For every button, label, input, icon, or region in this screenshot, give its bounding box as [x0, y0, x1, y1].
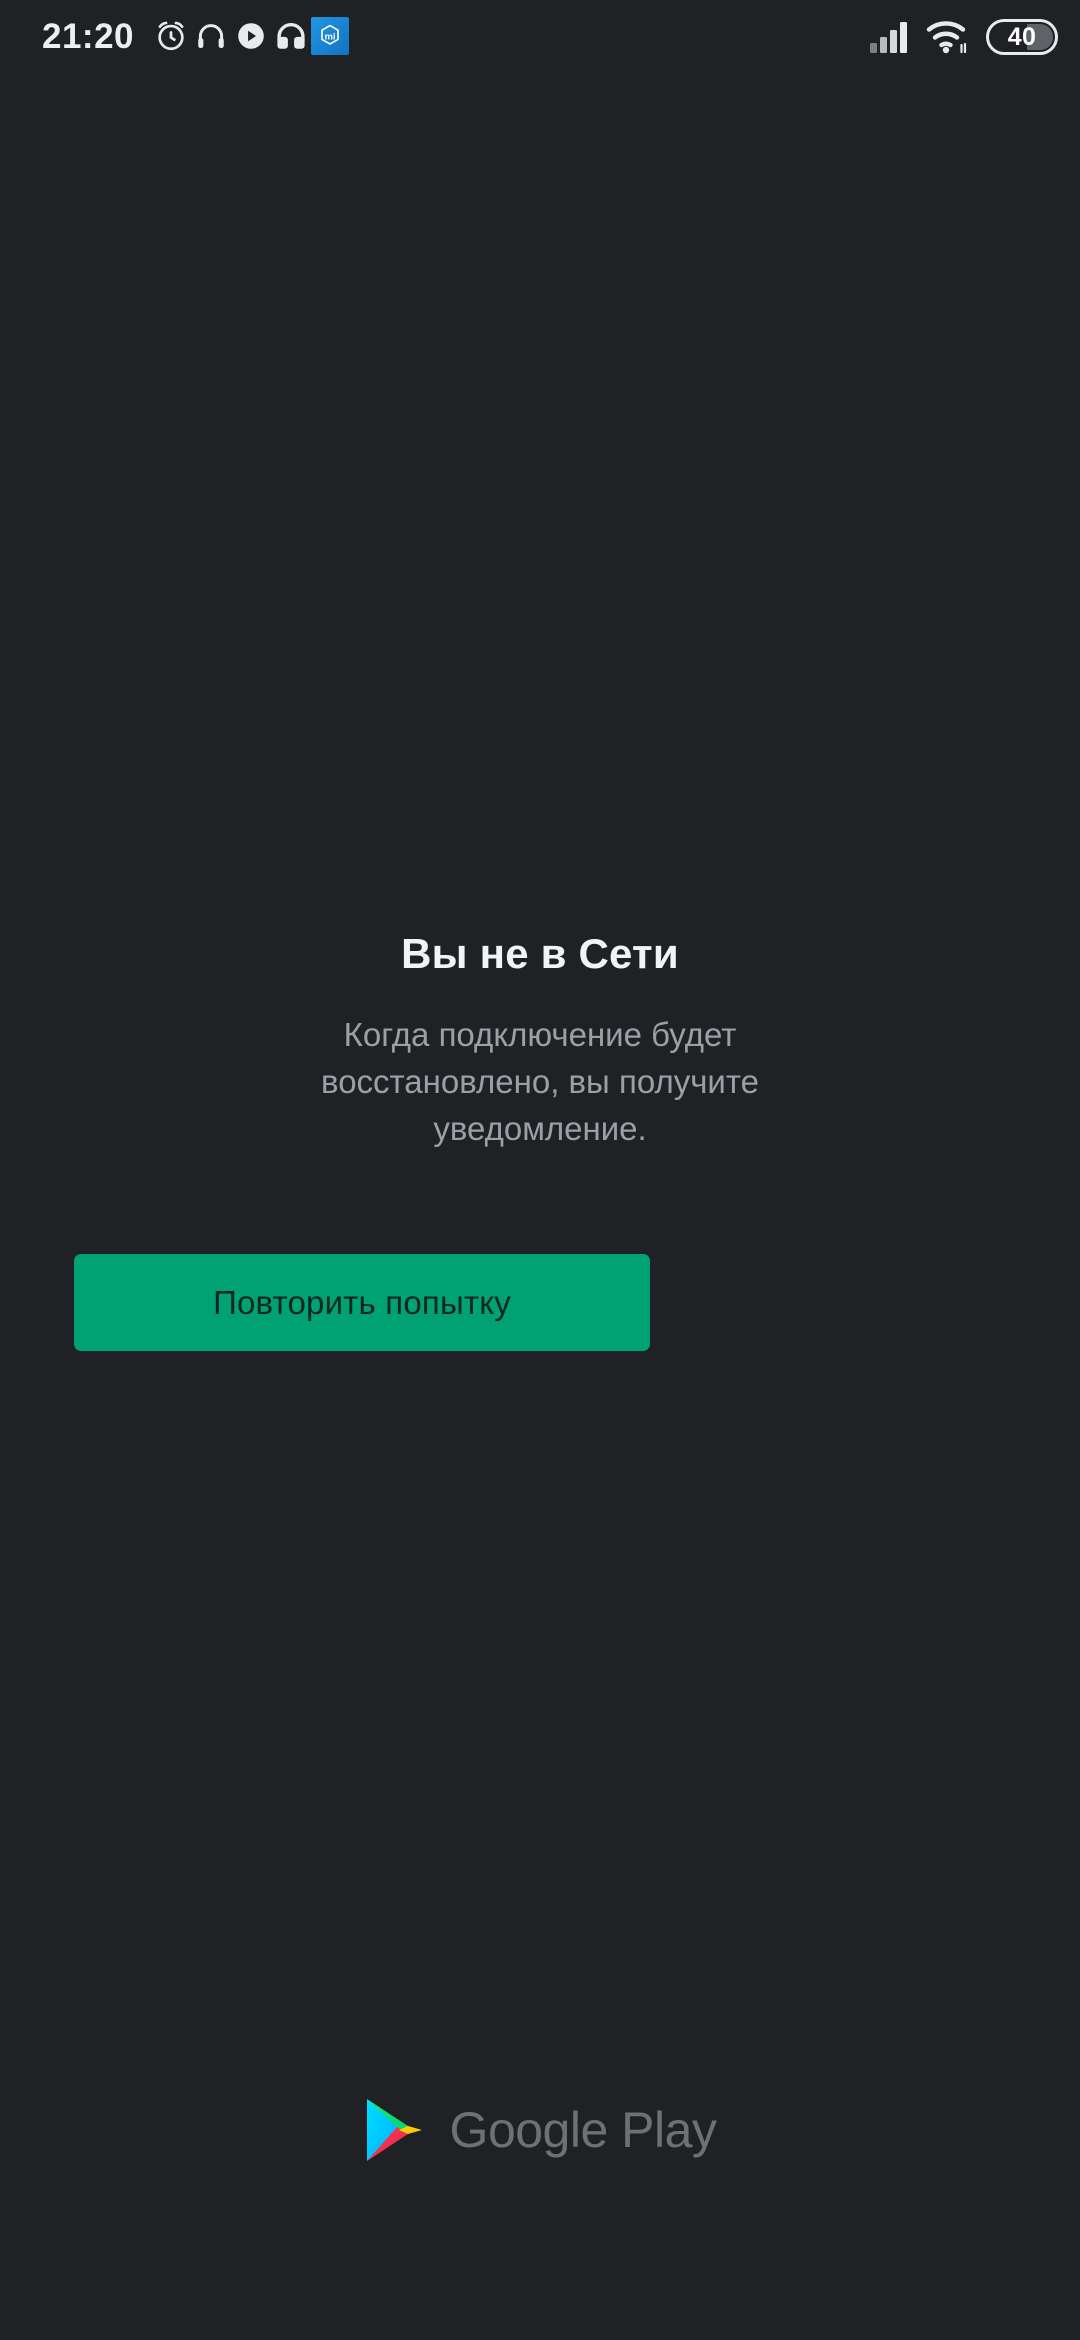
google-play-branding: Google Play: [0, 2097, 1080, 2163]
battery-level-text: 40: [1007, 22, 1037, 51]
retry-button[interactable]: Повторить попытку: [74, 1254, 650, 1351]
main-content: Вы не в Сети Когда подключение будет вос…: [0, 0, 1080, 2340]
google-play-triangle-icon: [364, 2097, 426, 2163]
page-title: Вы не в Сети: [401, 930, 679, 977]
offline-description: Когда подключение будет восстановлено, в…: [321, 1016, 759, 1148]
offline-message-block: Вы не в Сети Когда подключение будет вос…: [0, 930, 1080, 1153]
google-play-wordmark: Google Play: [449, 2102, 717, 2158]
